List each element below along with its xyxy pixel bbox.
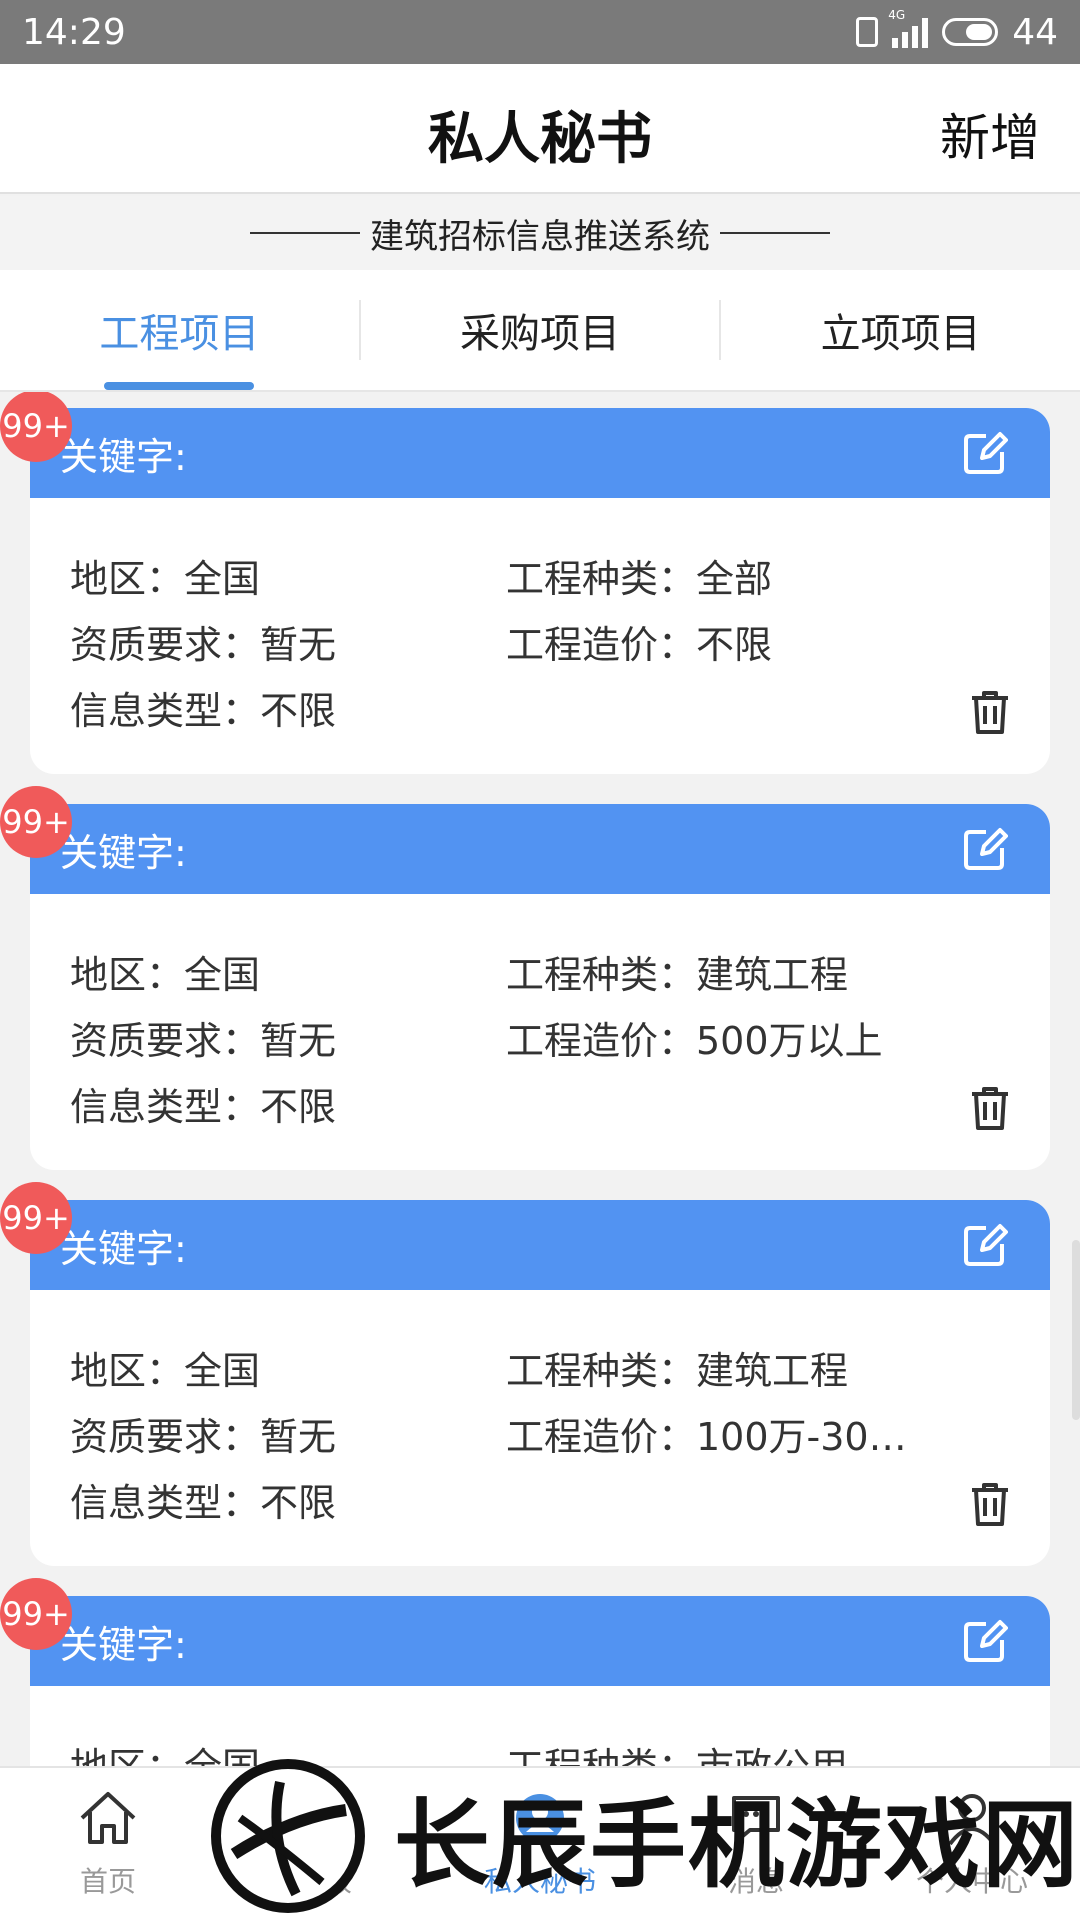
subtitle-line-right (720, 232, 830, 234)
add-button[interactable]: 新增 (940, 98, 1040, 170)
user-icon (948, 1794, 996, 1846)
nav-profile[interactable]: 个人中心 (864, 1768, 1080, 1920)
nav-secretary[interactable]: 私人秘书 (432, 1768, 648, 1920)
page-title: 私人秘书 (428, 107, 652, 172)
region-field: 地区：全国 (70, 1349, 261, 1393)
nav-messages-label: 消息 (727, 1865, 784, 1898)
subscription-card[interactable]: 关键字: 99+ 地区：全国工程种类：市政公用 (0, 1578, 1050, 1766)
trash-icon[interactable] (968, 1084, 1012, 1132)
vibrate-icon (856, 17, 879, 47)
count-badge: 99+ (0, 392, 72, 462)
edit-icon[interactable] (962, 430, 1008, 476)
secretary-icon (516, 1794, 564, 1842)
edit-icon[interactable] (962, 1222, 1008, 1268)
scrollbar[interactable] (1072, 1240, 1080, 1420)
news-icon (300, 1792, 348, 1846)
subscription-card[interactable]: 关键字: 99+ 地区：全国 工程种类：建筑工程 资质要求：暂无 工程造价：500万… (0, 786, 1050, 1170)
cost-field: 工程造价：500万以上 (506, 1019, 883, 1063)
trash-icon[interactable] (968, 1480, 1012, 1528)
battery-icon (942, 18, 999, 46)
tab-engineering[interactable]: 工程项目 (0, 270, 359, 390)
category-field: 工程种类：市政公用 (506, 1736, 926, 1766)
card-body: 地区：全国工程种类：市政公用 (30, 1686, 1050, 1766)
region-field: 地区：全国 (70, 1736, 506, 1766)
qualification-field: 资质要求：暂无 (70, 623, 337, 667)
status-time: 14:29 (22, 11, 126, 53)
qualification-field: 资质要求：暂无 (70, 1019, 337, 1063)
tab-procurement[interactable]: 采购项目 (361, 270, 720, 390)
count-badge: 99+ (0, 1182, 72, 1254)
system-subtitle: 建筑招标信息推送系统 (0, 196, 1080, 270)
card-header: 关键字: 99+ (0, 392, 1050, 498)
count-badge: 99+ (0, 1578, 72, 1650)
subscription-list: 关键字: 99+ 地区：全国 工程种类：全部 资质要求：暂无 工程造价：不限 信息类… (0, 392, 1080, 1766)
subtitle-text: 建筑招标信息推送系统 (370, 216, 710, 257)
battery-level: 44 (1012, 11, 1058, 53)
trash-icon[interactable] (968, 688, 1012, 736)
app-header: 私人秘书 新增 (0, 64, 1080, 194)
edit-icon[interactable] (962, 1618, 1008, 1664)
category-field: 工程种类：建筑工程 (506, 1349, 849, 1393)
nav-messages[interactable]: 消息 (648, 1768, 864, 1920)
home-icon (80, 1792, 136, 1844)
card-header: 关键字: 99+ (0, 1182, 1050, 1290)
signal-icon: 4G (888, 8, 929, 48)
project-tabs: 工程项目 采购项目 立项项目 (0, 270, 1080, 392)
card-body: 地区：全国 工程种类：全部 资质要求：暂无 工程造价：不限 信息类型：不限 (30, 498, 1050, 774)
category-field: 工程种类：全部 (506, 557, 773, 601)
info-type-field: 信息类型：不限 (70, 1481, 337, 1525)
keyword-label: 关键字: (60, 434, 187, 479)
info-type-field: 信息类型：不限 (70, 1085, 337, 1129)
nav-news-label: 时报 (295, 1865, 352, 1898)
nav-home-label: 首页 (79, 1865, 136, 1898)
nav-news[interactable]: 时报 (216, 1768, 432, 1920)
nav-secretary-label: 私人秘书 (483, 1865, 596, 1898)
message-icon (732, 1796, 780, 1842)
subscription-card[interactable]: 关键字: 99+ 地区：全国 工程种类：全部 资质要求：暂无 工程造价：不限 信息类… (0, 392, 1050, 774)
cost-field: 工程造价：不限 (506, 623, 773, 667)
tab-approval[interactable]: 立项项目 (721, 270, 1080, 390)
region-field: 地区：全国 (70, 953, 261, 997)
count-badge: 99+ (0, 786, 72, 858)
status-bar: 14:29 4G 44 (0, 0, 1080, 64)
card-body: 地区：全国 工程种类：建筑工程 资质要求：暂无 工程造价：500万以上 信息类型：不… (30, 894, 1050, 1170)
network-type: 4G (888, 8, 906, 22)
region-field: 地区：全国 (70, 557, 261, 601)
card-header: 关键字: 99+ (0, 1578, 1050, 1686)
qualification-field: 资质要求：暂无 (70, 1415, 337, 1459)
status-icons: 4G 44 (856, 8, 1058, 53)
keyword-label: 关键字: (60, 830, 187, 875)
subscription-card[interactable]: 关键字: 99+ 地区：全国 工程种类：建筑工程 资质要求：暂无 工程造价：100万… (0, 1182, 1050, 1566)
category-field: 工程种类：建筑工程 (506, 953, 849, 997)
subtitle-line-left (250, 232, 360, 234)
keyword-label: 关键字: (60, 1622, 187, 1667)
bottom-nav: 首页 时报 私人秘书 消息 个人中心 (0, 1766, 1080, 1920)
card-header: 关键字: 99+ (0, 786, 1050, 894)
edit-icon[interactable] (962, 826, 1008, 872)
nav-profile-label: 个人中心 (915, 1865, 1028, 1898)
keyword-label: 关键字: (60, 1226, 187, 1271)
nav-home[interactable]: 首页 (0, 1768, 216, 1920)
cost-field: 工程造价：100万-30… (506, 1415, 907, 1459)
info-type-field: 信息类型：不限 (70, 689, 337, 733)
card-body: 地区：全国 工程种类：建筑工程 资质要求：暂无 工程造价：100万-30… 信息类型… (30, 1290, 1050, 1566)
